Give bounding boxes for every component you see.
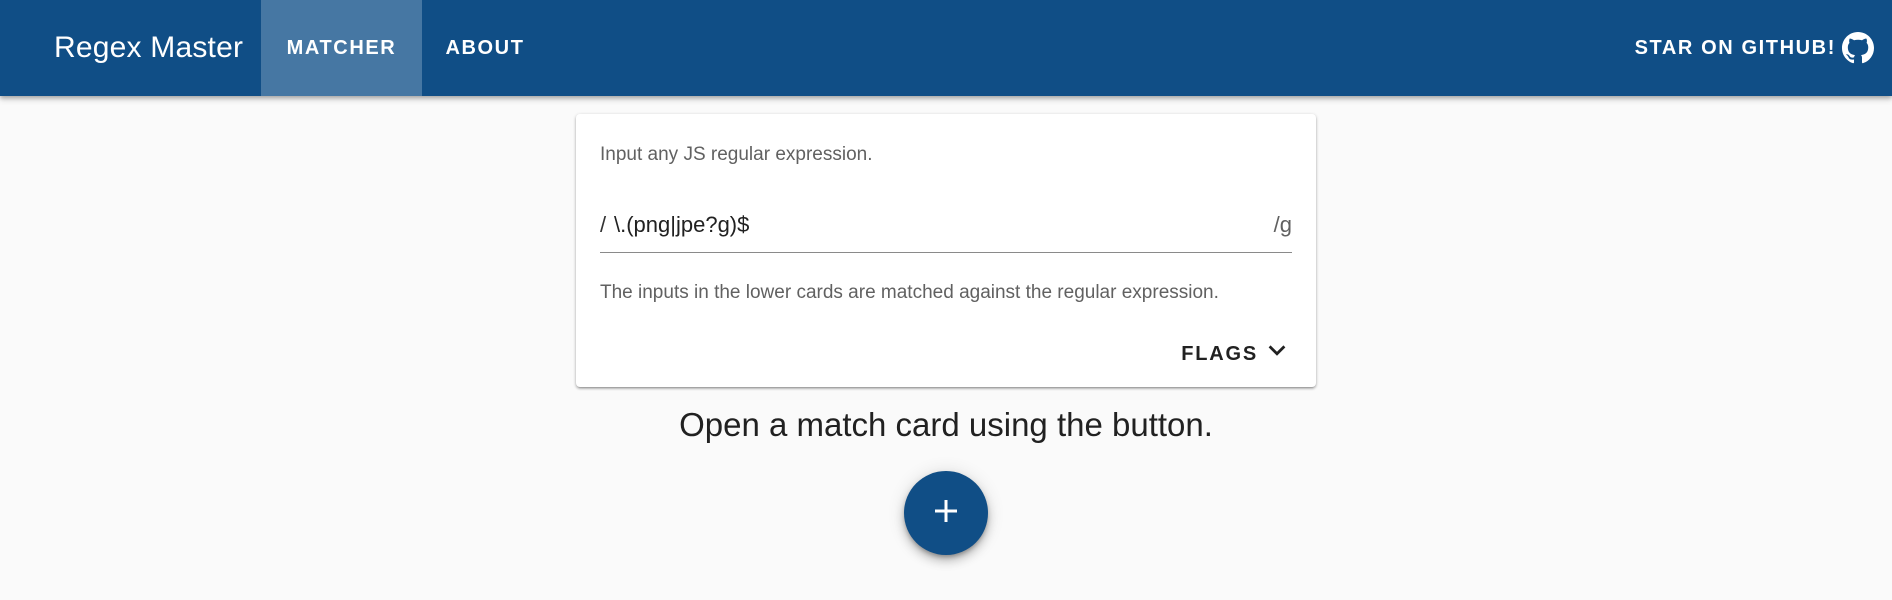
- regex-card: Input any JS regular expression. / /g Th…: [576, 114, 1316, 387]
- plus-icon: [931, 496, 961, 531]
- chevron-down-icon: [1258, 340, 1288, 368]
- tab-about[interactable]: ABOUT: [424, 0, 546, 96]
- tab-matcher[interactable]: MATCHER: [261, 0, 422, 96]
- regex-helper-text: Input any JS regular expression.: [600, 144, 873, 165]
- regex-field: / /g: [600, 202, 1292, 253]
- regex-prefix: /: [600, 212, 607, 237]
- regex-input[interactable]: [614, 206, 1254, 244]
- empty-state-message: Open a match card using the button.: [679, 406, 1213, 443]
- regex-flags-suffix: /g: [1273, 212, 1292, 237]
- app-title: Regex Master: [54, 31, 244, 64]
- star-on-github-button[interactable]: STAR ON GITHUB!: [1635, 0, 1874, 96]
- flags-label: FLAGS: [1181, 342, 1258, 365]
- match-info-text: The inputs in the lower cards are matche…: [600, 282, 1219, 303]
- github-icon: [1842, 32, 1874, 64]
- add-match-card-button[interactable]: [904, 471, 988, 555]
- github-button-label: STAR ON GITHUB!: [1634, 36, 1836, 59]
- app-bar: Regex Master MATCHER ABOUT STAR ON GITHU…: [0, 0, 1892, 96]
- flags-button[interactable]: FLAGS: [1181, 336, 1288, 372]
